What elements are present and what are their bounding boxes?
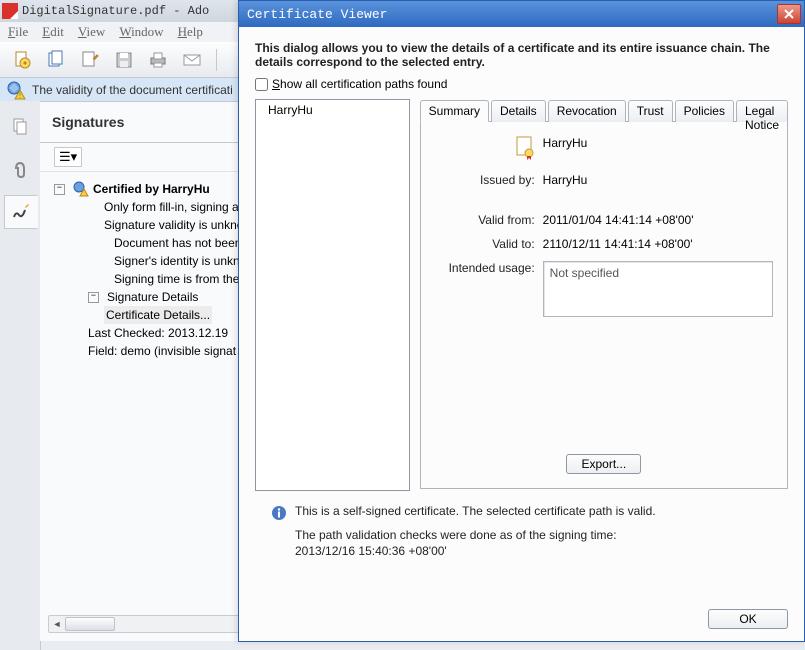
cert-tabs: Summary Details Revocation Trust Policie… [420, 99, 788, 121]
rosette-small-icon [73, 181, 89, 197]
nav-pages[interactable] [4, 111, 36, 143]
cert-details-pane: Summary Details Revocation Trust Policie… [420, 99, 788, 489]
tab-revocation[interactable]: Revocation [548, 100, 626, 122]
menu-view[interactable]: View [78, 24, 105, 40]
tab-policies[interactable]: Policies [675, 100, 734, 122]
dialog-footer-info: This is a self-signed certificate. The s… [255, 499, 788, 559]
info-icon [271, 505, 287, 521]
valid-to-value: 2110/12/11 14:41:14 +08'00' [543, 237, 773, 251]
valid-from-label: Valid from: [435, 213, 535, 227]
adobe-title-text: DigitalSignature.pdf - Ado [22, 4, 209, 18]
tool-create-pdf[interactable] [10, 48, 34, 72]
dialog-body: This dialog allows you to view the detai… [239, 27, 804, 641]
show-all-paths-row[interactable]: Show all certification paths found [255, 77, 788, 91]
rosette-warning-icon [6, 80, 26, 100]
tab-summary[interactable]: Summary [420, 100, 489, 122]
tree-sig-details-label: Signature Details [107, 288, 198, 306]
collapse-icon[interactable]: − [54, 184, 65, 195]
footer-line2a: The path validation checks were done as … [295, 527, 656, 543]
certificate-viewer-dialog: Certificate Viewer This dialog allows yo… [238, 0, 805, 642]
close-icon [784, 9, 794, 19]
show-all-paths-label: Show all certification paths found [272, 77, 447, 91]
tab-trust[interactable]: Trust [628, 100, 673, 122]
cert-icon-cell [435, 136, 535, 163]
tab-legal[interactable]: Legal Notice [736, 100, 788, 122]
menu-window[interactable]: Window [119, 24, 163, 40]
spacer [435, 197, 773, 203]
close-button[interactable] [777, 4, 801, 24]
cert-subject: HarryHu [543, 136, 773, 150]
menu-help[interactable]: Help [178, 24, 203, 40]
issued-by-value: HarryHu [543, 173, 773, 187]
tool-print[interactable] [146, 48, 170, 72]
tab-details[interactable]: Details [491, 100, 546, 122]
issued-by-label: Issued by: [435, 173, 535, 187]
tab-summary-page: HarryHu Issued by: HarryHu Valid from: 2… [420, 121, 788, 489]
tool-collab[interactable] [78, 48, 102, 72]
tool-combine[interactable] [44, 48, 68, 72]
tree-certified-label: Certified by HarryHu [93, 180, 210, 198]
navigation-tabs [0, 101, 41, 650]
scroll-left-icon[interactable]: ◄ [49, 616, 65, 632]
nav-signatures[interactable] [4, 195, 38, 229]
dialog-titlebar[interactable]: Certificate Viewer [239, 1, 804, 27]
menu-edit[interactable]: Edit [42, 24, 64, 40]
show-all-paths-checkbox[interactable] [255, 78, 268, 91]
certification-text: The validity of the document certificati [32, 83, 233, 97]
scroll-thumb[interactable] [65, 617, 115, 631]
valid-from-value: 2011/01/04 14:41:14 +08'00' [543, 213, 773, 227]
tool-save[interactable] [112, 48, 136, 72]
ok-button[interactable]: OK [708, 609, 788, 629]
adobe-icon [2, 3, 18, 19]
menu-file[interactable]: File [8, 24, 28, 40]
valid-to-label: Valid to: [435, 237, 535, 251]
cert-chain-item[interactable]: HarryHu [256, 100, 409, 120]
footer-line1: This is a self-signed certificate. The s… [295, 503, 656, 519]
toolbar-separator [216, 49, 217, 71]
intended-usage-box: Not specified [543, 261, 773, 317]
tool-email[interactable] [180, 48, 204, 72]
cert-chain-list[interactable]: HarryHu [255, 99, 410, 491]
dialog-title: Certificate Viewer [247, 7, 387, 22]
options-dropdown[interactable]: ☰▾ [54, 147, 82, 167]
collapse-icon[interactable]: − [88, 292, 99, 303]
nav-attachments[interactable] [4, 153, 36, 185]
export-button[interactable]: Export... [566, 454, 641, 474]
certificate-icon [515, 136, 535, 160]
footer-line2b: 2013/12/16 15:40:36 +08'00' [295, 543, 656, 559]
dialog-intro: This dialog allows you to view the detai… [255, 41, 788, 69]
intended-usage-label: Intended usage: [435, 261, 535, 275]
